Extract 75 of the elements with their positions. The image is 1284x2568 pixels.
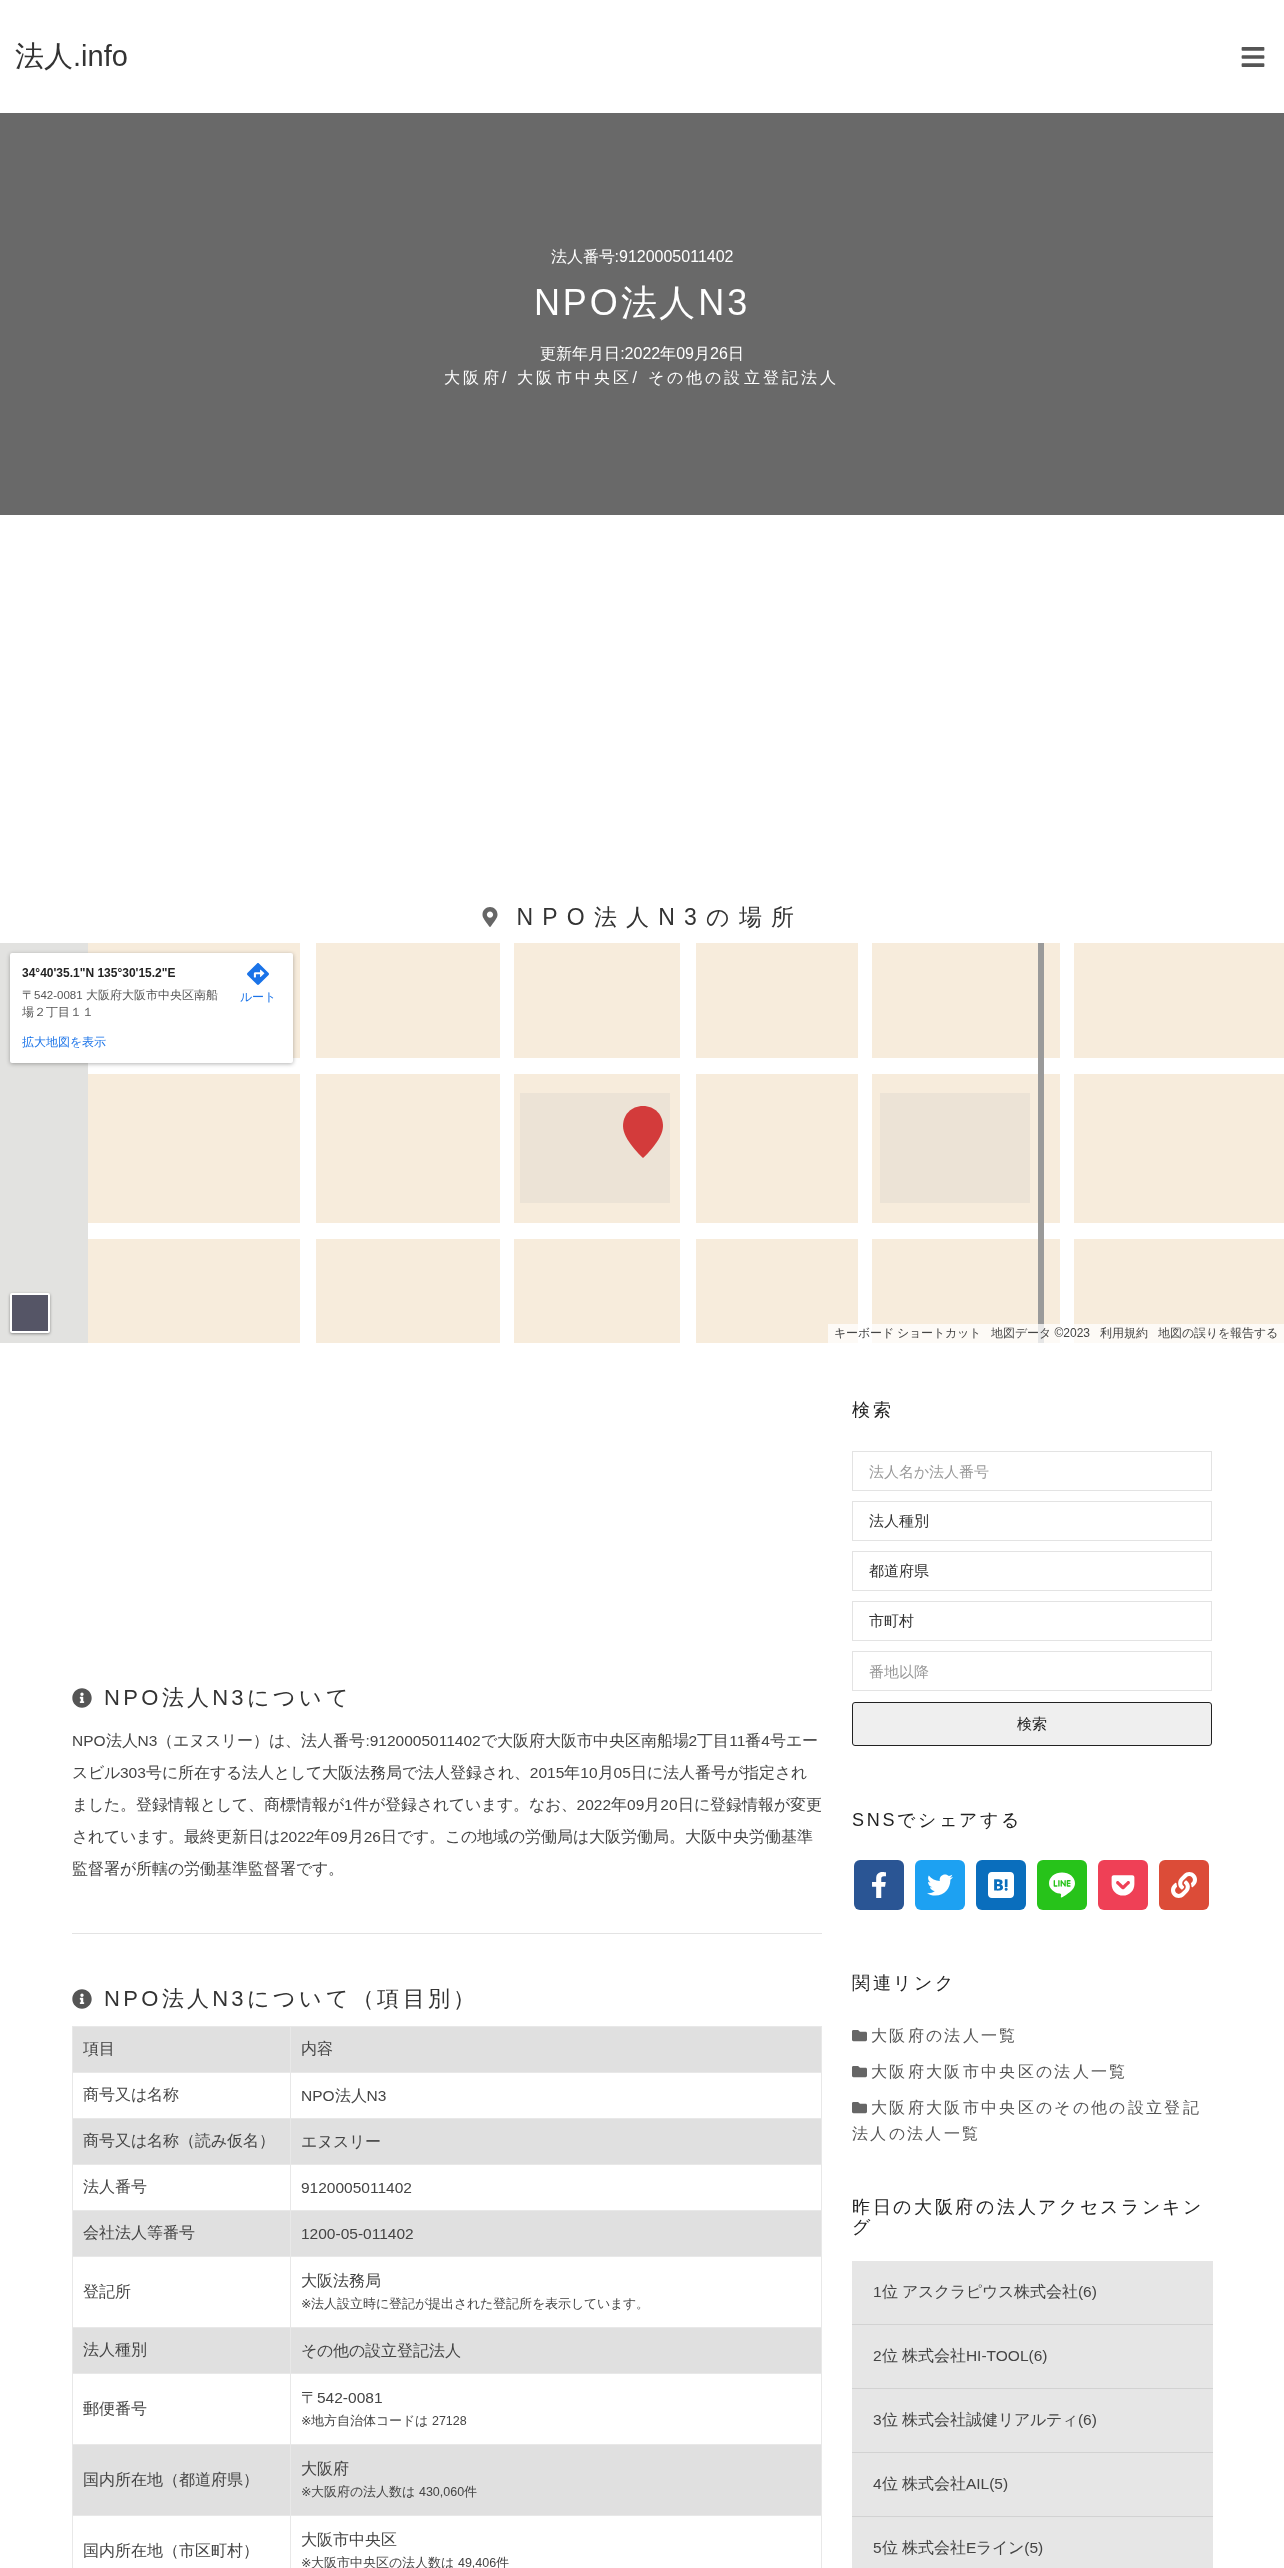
- cell-note: ※地方自治体コードは 27128: [301, 2413, 468, 2430]
- bookmark-icon: [988, 1872, 1014, 1898]
- corporate-number: 法人番号:9120005011402: [550, 246, 734, 267]
- ranking-item[interactable]: 5位 株式会社Eライン(5): [852, 2517, 1213, 2568]
- share-button[interactable]: [854, 1860, 904, 1910]
- breadcrumb: 大阪府/ 大阪市中央区/ その他の設立登記法人: [444, 367, 840, 388]
- description-paragraph: NPO法人N3（エヌスリー）は、法人番号:9120005011402で大阪府大阪市中央区南船場2丁目11番4号エースビル303号に所在する法人として大阪法務局で法人登録され、2015年10月05日に法人番号が指定されました。登録情報として、商標情報が1件が登録されています。なお、2022年09月20日に登録情報が変更されています。最終更新日は2022年09月26日です。この地域の労働局は大阪労働局。大阪中央労働基準監督署が所轄の労働基準監督署です。: [72, 1731, 822, 1879]
- map-type-button[interactable]: [10, 1293, 50, 1333]
- select-field[interactable]: 市町村: [852, 1601, 1212, 1641]
- speech-bubble-icon: [1049, 1872, 1075, 1898]
- table-cell-text: 1200-05-011402: [301, 2223, 415, 2244]
- coordinates: 34°40'35.1"N 135°30'15.2"E: [22, 966, 176, 980]
- related-link[interactable]: 大阪府大阪市中央区の法人一覧: [852, 2059, 1212, 2085]
- site-logo[interactable]: 法人.info: [15, 36, 128, 77]
- column-header: 内容: [290, 2026, 822, 2073]
- folder-icon: [852, 2100, 867, 2115]
- table-cell-text: 大阪市中央区: [301, 2530, 398, 2550]
- table-cell-text: 〒542-0081: [301, 2388, 384, 2408]
- sidebar-heading: 検索: [852, 1399, 895, 1422]
- table-cell-text: その他の設立登記法人: [301, 2340, 462, 2361]
- attribution-link[interactable]: 地図データ ©2023: [991, 1325, 1090, 1342]
- folder-icon: [852, 2028, 867, 2043]
- cell-note: ※大阪府の法人数は 430,060件: [301, 2484, 479, 2501]
- share-button[interactable]: [1159, 1860, 1209, 1910]
- link-icon: [1171, 1872, 1197, 1898]
- share-button[interactable]: [1098, 1860, 1148, 1910]
- address: 〒542-0081 大阪府大阪市中央区南船場２丁目１１: [22, 988, 219, 1020]
- page-title: NPO法人N3: [533, 280, 751, 325]
- select-field[interactable]: 都道府県: [852, 1551, 1212, 1591]
- ranking-item[interactable]: 4位 株式会社AIL(5): [852, 2453, 1213, 2517]
- section-heading: NPO法人N3について: [104, 1684, 353, 1712]
- ranking-item[interactable]: 2位 株式会社HI-TOOL(6): [852, 2325, 1213, 2389]
- table-cell: 商号又は名称（読み仮名）: [72, 2118, 291, 2165]
- info-icon: [72, 1989, 92, 2009]
- attribution-link[interactable]: 地図の誤りを報告する: [1158, 1325, 1278, 1342]
- related-link[interactable]: 大阪府の法人一覧: [852, 2023, 1212, 2049]
- table-cell-text: 大阪法務局: [301, 2271, 382, 2291]
- info-icon: [72, 1688, 92, 1708]
- search-field[interactable]: 法人名か法人番号: [852, 1451, 1212, 1491]
- directions-icon: [247, 963, 269, 985]
- larger-map-link[interactable]: 拡大地図を表示: [22, 1033, 283, 1053]
- search-field[interactable]: 番地以降: [852, 1651, 1212, 1691]
- update-date: 更新年月日:2022年09月26日: [540, 343, 744, 364]
- table-cell: 法人番号: [72, 2164, 291, 2211]
- pocket-icon: [1110, 1872, 1136, 1898]
- section-heading: NPO法人N3について（項目別）: [104, 1985, 479, 2013]
- sidebar-heading: SNSでシェアする: [852, 1809, 1023, 1832]
- bird-icon: [927, 1872, 953, 1898]
- table-cell-text: NPO法人N3: [301, 2085, 388, 2106]
- section-heading: NPO法人N3の場所: [516, 902, 804, 932]
- sidebar-heading: 関連リンク: [852, 1972, 957, 1995]
- route-button[interactable]: ルート: [233, 963, 283, 1024]
- table-cell-text: 大阪府: [301, 2459, 350, 2479]
- sidebar-heading: 昨日の大阪府の法人アクセスランキング: [852, 2197, 1205, 2237]
- folder-icon: [852, 2064, 867, 2079]
- route-label: ルート: [240, 989, 276, 1006]
- table-cell-text: エヌスリー: [301, 2131, 382, 2152]
- table-cell: 登記所: [72, 2256, 291, 2328]
- ranking-item[interactable]: 1位 アスクラピウス株式会社(6): [852, 2261, 1213, 2325]
- table-cell: 国内所在地（市区町村）: [72, 2515, 291, 2568]
- select-field[interactable]: 法人種別: [852, 1501, 1212, 1541]
- table-cell: 国内所在地（都道府県）: [72, 2444, 291, 2516]
- related-link[interactable]: 大阪府大阪市中央区のその他の設立登記法人の法人一覧: [852, 2095, 1212, 2147]
- ranking-item[interactable]: 3位 株式会社誠健リアルティ(6): [852, 2389, 1213, 2453]
- table-cell: 会社法人等番号: [72, 2210, 291, 2257]
- column-header: 項目: [72, 2026, 291, 2073]
- attribution-link[interactable]: 利用規約: [1100, 1325, 1148, 1342]
- table-cell: 法人種別: [72, 2327, 291, 2374]
- table-cell: 商号又は名称: [72, 2072, 291, 2119]
- attribution-link[interactable]: キーボード ショートカット: [833, 1325, 982, 1342]
- search-button[interactable]: 検索: [852, 1702, 1212, 1746]
- cell-note: ※法人設立時に登記が提出された登記所を表示しています。: [301, 2296, 651, 2313]
- table-cell-text: 9120005011402: [301, 2177, 413, 2198]
- share-button[interactable]: [976, 1860, 1026, 1910]
- table-cell: 郵便番号: [72, 2373, 291, 2445]
